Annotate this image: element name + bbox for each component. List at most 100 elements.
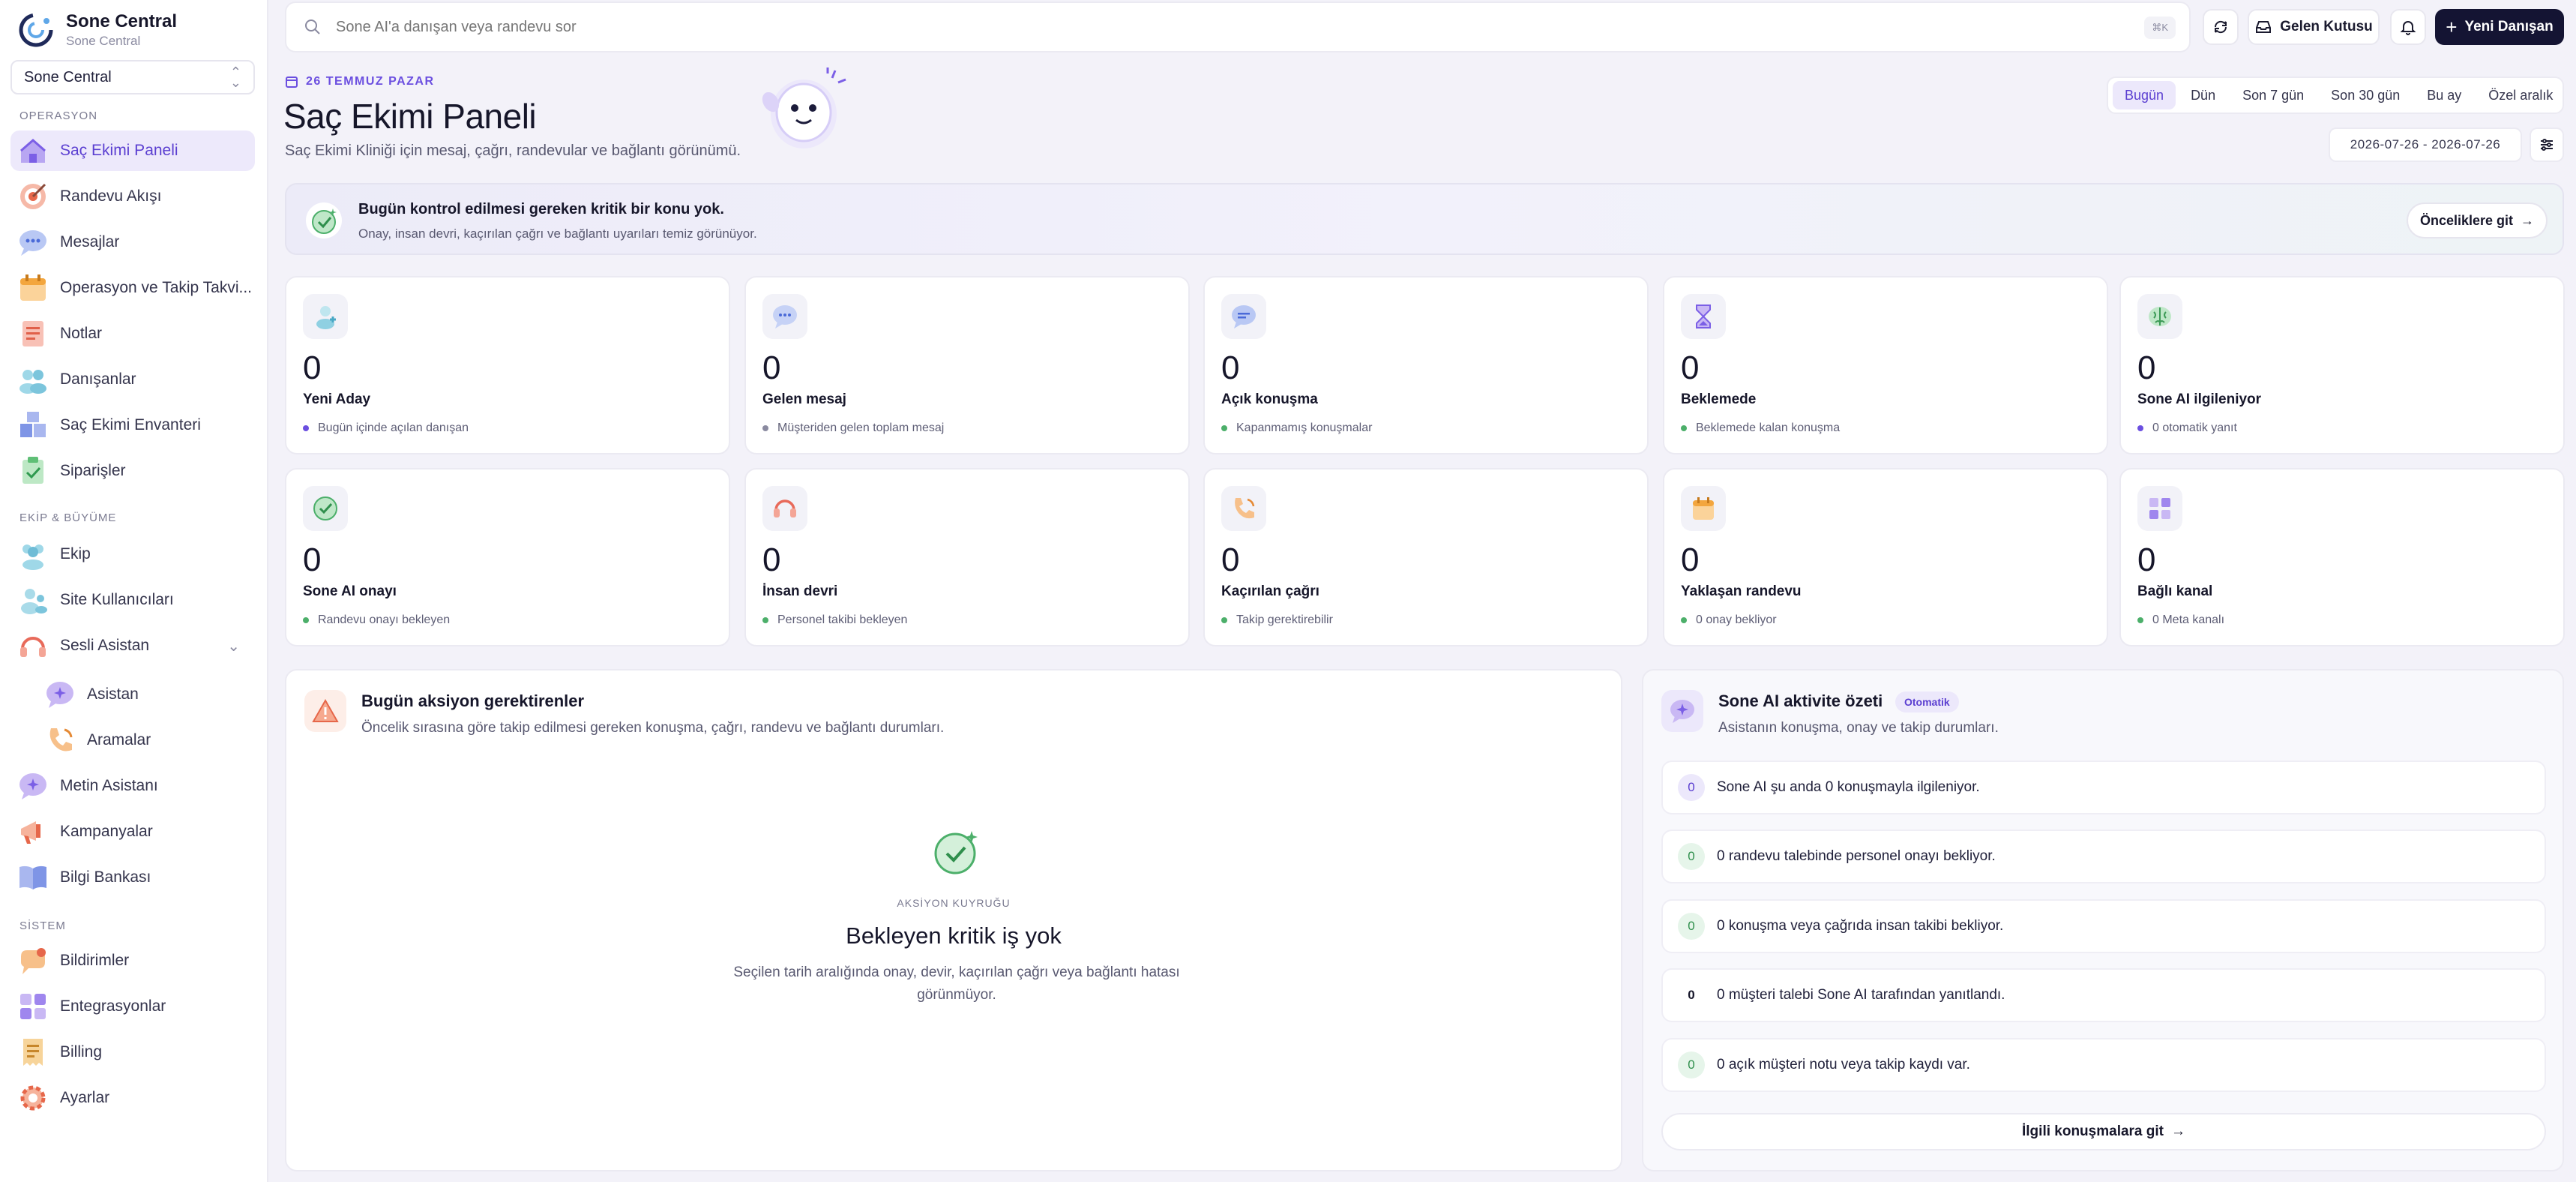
- action-queue-panel: Bugün aksiyon gerektirenler Öncelik sıra…: [285, 669, 1622, 1172]
- status-dot: [303, 617, 309, 623]
- metric-label: Yeni Aday: [303, 392, 371, 407]
- list-item-text: 0 açık müşteri notu veya takip kaydı var…: [1717, 1057, 1970, 1072]
- notifications-button[interactable]: [2390, 9, 2426, 45]
- tab-dun[interactable]: Dün: [2179, 81, 2227, 110]
- check-circle-icon: [934, 831, 978, 874]
- sidebar-item-mesajlar[interactable]: Mesajlar: [10, 222, 255, 262]
- tab-son-30-gun[interactable]: Son 30 gün: [2319, 81, 2412, 110]
- metric-label: Açık konuşma: [1221, 392, 1318, 407]
- inbox-button-label: Gelen Kutusu: [2280, 19, 2373, 34]
- sidebar-item-ayarlar[interactable]: Ayarlar: [10, 1078, 255, 1118]
- metric-card-bagli-kanal[interactable]: 0 Bağlı kanal 0 Meta kanalı: [2119, 468, 2565, 646]
- metric-note: Kapanmamış konuşmalar: [1221, 422, 1372, 435]
- metric-card-insan-devri[interactable]: 0 İnsan devri Personel takibi bekleyen: [744, 468, 1190, 646]
- nav-section-operasyon: OPERASYON: [19, 110, 98, 122]
- metric-label: İnsan devri: [762, 584, 838, 599]
- brand[interactable]: Sone Central Sone Central: [16, 8, 177, 52]
- metric-label: Sone AI onayı: [303, 584, 397, 599]
- action-queue-subtitle: Öncelik sırasına göre takip edilmesi ger…: [361, 720, 945, 736]
- status-badge: Otomatik: [1895, 692, 1959, 712]
- search-bar[interactable]: ⌘K: [285, 2, 2191, 52]
- metric-value: 0: [1681, 542, 1700, 578]
- list-item[interactable]: 0 0 müşteri talebi Sone AI tarafından ya…: [1661, 968, 2546, 1022]
- receipt-icon: [23, 1039, 43, 1066]
- sidebar-item-label: Kampanyalar: [60, 823, 153, 840]
- metric-note: Randevu onayı bekleyen: [303, 614, 450, 627]
- chat-icon: [762, 294, 807, 339]
- sidebar-item-site-kullanicilari[interactable]: Site Kullanıcıları: [10, 580, 255, 620]
- sidebar-item-label: Billing: [60, 1043, 103, 1060]
- headset-icon: [762, 486, 807, 531]
- sidebar-item-bildirimler[interactable]: Bildirimler: [10, 940, 255, 981]
- sidebar-item-envanter[interactable]: Saç Ekimi Envanteri: [10, 405, 255, 446]
- workspace-select[interactable]: Sone Central ⌃ ⌄: [10, 60, 255, 94]
- team-icon: [22, 544, 43, 570]
- inbox-button[interactable]: Gelen Kutusu: [2248, 9, 2380, 45]
- arrow-right-icon: →: [2521, 212, 2535, 228]
- chat-icon: [19, 230, 46, 256]
- date-range-picker[interactable]: 2026-07-26 - 2026-07-26: [2329, 128, 2522, 162]
- sidebar-item-notlar[interactable]: Notlar: [10, 314, 255, 354]
- sidebar-item-danisanlar[interactable]: Danışanlar: [10, 359, 255, 400]
- sidebar-item-metin-asistani[interactable]: Metin Asistanı: [10, 766, 255, 806]
- calendar-icon: [20, 274, 46, 301]
- empty-state-kicker: AKSİYON KUYRUĞU: [897, 897, 1011, 909]
- new-client-button[interactable]: + Yeni Danışan: [2435, 9, 2564, 45]
- list-item[interactable]: 0 0 randevu talebinde personel onayı bek…: [1661, 830, 2546, 884]
- sidebar-item-ekip[interactable]: Ekip: [10, 534, 255, 574]
- list-item[interactable]: 0 0 konuşma veya çağrıda insan takibi be…: [1661, 899, 2546, 953]
- status-dot: [1681, 425, 1687, 431]
- metric-card-gelen-mesaj[interactable]: 0 Gelen mesaj Müşteriden gelen toplam me…: [744, 276, 1190, 454]
- sidebar-item-billing[interactable]: Billing: [10, 1032, 255, 1072]
- metric-card-sone-ai-onayi[interactable]: 0 Sone AI onayı Randevu onayı bekleyen: [285, 468, 730, 646]
- gear-icon: [20, 1085, 46, 1111]
- go-to-priorities-button[interactable]: Önceliklere git →: [2407, 202, 2548, 238]
- sidebar-item-sesli-asistan[interactable]: Sesli Asistan ⌄: [10, 626, 255, 666]
- metric-card-yeni-aday[interactable]: 0 Yeni Aday Bugün içinde açılan danışan: [285, 276, 730, 454]
- sidebar-item-label: Asistan: [87, 686, 139, 703]
- refresh-button[interactable]: [2203, 9, 2239, 45]
- sidebar-item-operasyon-takvim[interactable]: Operasyon ve Takip Takvi...: [10, 268, 255, 308]
- go-to-conversations-button[interactable]: İlgili konuşmalara git →: [1661, 1113, 2546, 1150]
- sidebar-item-randevu-akisi[interactable]: Randevu Akışı: [10, 176, 255, 217]
- user-group-icon: [21, 589, 47, 614]
- search-input[interactable]: [336, 18, 2060, 36]
- users-icon: [303, 294, 348, 339]
- chevron-down-icon: ⌄: [227, 638, 240, 655]
- count-badge: 0: [1678, 982, 1705, 1009]
- empty-state-title: Bekleyen kritik iş yok: [846, 922, 1062, 949]
- sidebar-item-label: Sesli Asistan: [60, 637, 150, 654]
- sidebar-item-asistan[interactable]: Asistan: [37, 674, 255, 715]
- metric-card-acik-konusma[interactable]: 0 Açık konuşma Kapanmamış konuşmalar: [1203, 276, 1649, 454]
- sidebar-item-entegrasyonlar[interactable]: Entegrasyonlar: [10, 986, 255, 1027]
- sidebar-item-aramalar[interactable]: Aramalar: [37, 720, 255, 760]
- metric-card-beklemede[interactable]: 0 Beklemede Beklemede kalan konuşma: [1663, 276, 2108, 454]
- current-date: 26 TEMMUZ PAZAR: [285, 75, 435, 88]
- metric-card-kacirilan-cagri[interactable]: 0 Kaçırılan çağrı Takip gerektirebilir: [1203, 468, 1649, 646]
- sidebar-item-label: Bilgi Bankası: [60, 868, 151, 886]
- list-item[interactable]: 0 0 açık müşteri notu veya takip kaydı v…: [1661, 1038, 2546, 1092]
- hourglass-icon: [1681, 294, 1726, 339]
- current-date-text: 26 TEMMUZ PAZAR: [306, 75, 435, 88]
- status-dot: [2137, 617, 2143, 623]
- tab-ozel-aralik[interactable]: Özel aralık: [2476, 81, 2565, 110]
- sidebar-item-kampanyalar[interactable]: Kampanyalar: [10, 812, 255, 852]
- boxes-icon: [20, 412, 46, 437]
- list-item-text: 0 müşteri talebi Sone AI tarafından yanı…: [1717, 987, 2005, 1003]
- metric-card-yaklasan-randevu[interactable]: 0 Yaklaşan randevu 0 onay bekliyor: [1663, 468, 2108, 646]
- page-subtitle: Saç Ekimi Kliniği için mesaj, çağrı, ran…: [285, 142, 741, 159]
- sidebar-item-label: Saç Ekimi Paneli: [60, 142, 178, 159]
- list-item[interactable]: 0 Sone AI şu anda 0 konuşmayla ilgileniy…: [1661, 760, 2546, 814]
- sidebar-item-siparisler[interactable]: Siparişler: [10, 451, 255, 491]
- metric-note: 0 otomatik yanıt: [2137, 422, 2237, 435]
- tab-bugun[interactable]: Bugün: [2113, 81, 2176, 110]
- sidebar-item-bilgi-bankasi[interactable]: Bilgi Bankası: [10, 857, 255, 898]
- workspace-select-value: Sone Central: [24, 68, 112, 86]
- tab-bu-ay[interactable]: Bu ay: [2415, 81, 2473, 110]
- metric-card-sone-ai-ilgileniyor[interactable]: 0 Sone AI ilgileniyor 0 otomatik yanıt: [2119, 276, 2565, 454]
- megaphone-icon: [21, 821, 40, 844]
- metric-value: 0: [762, 542, 781, 578]
- tab-son-7-gun[interactable]: Son 7 gün: [2230, 81, 2316, 110]
- sidebar-item-sac-ekimi-paneli[interactable]: Saç Ekimi Paneli: [10, 130, 255, 171]
- filter-button[interactable]: [2530, 128, 2564, 162]
